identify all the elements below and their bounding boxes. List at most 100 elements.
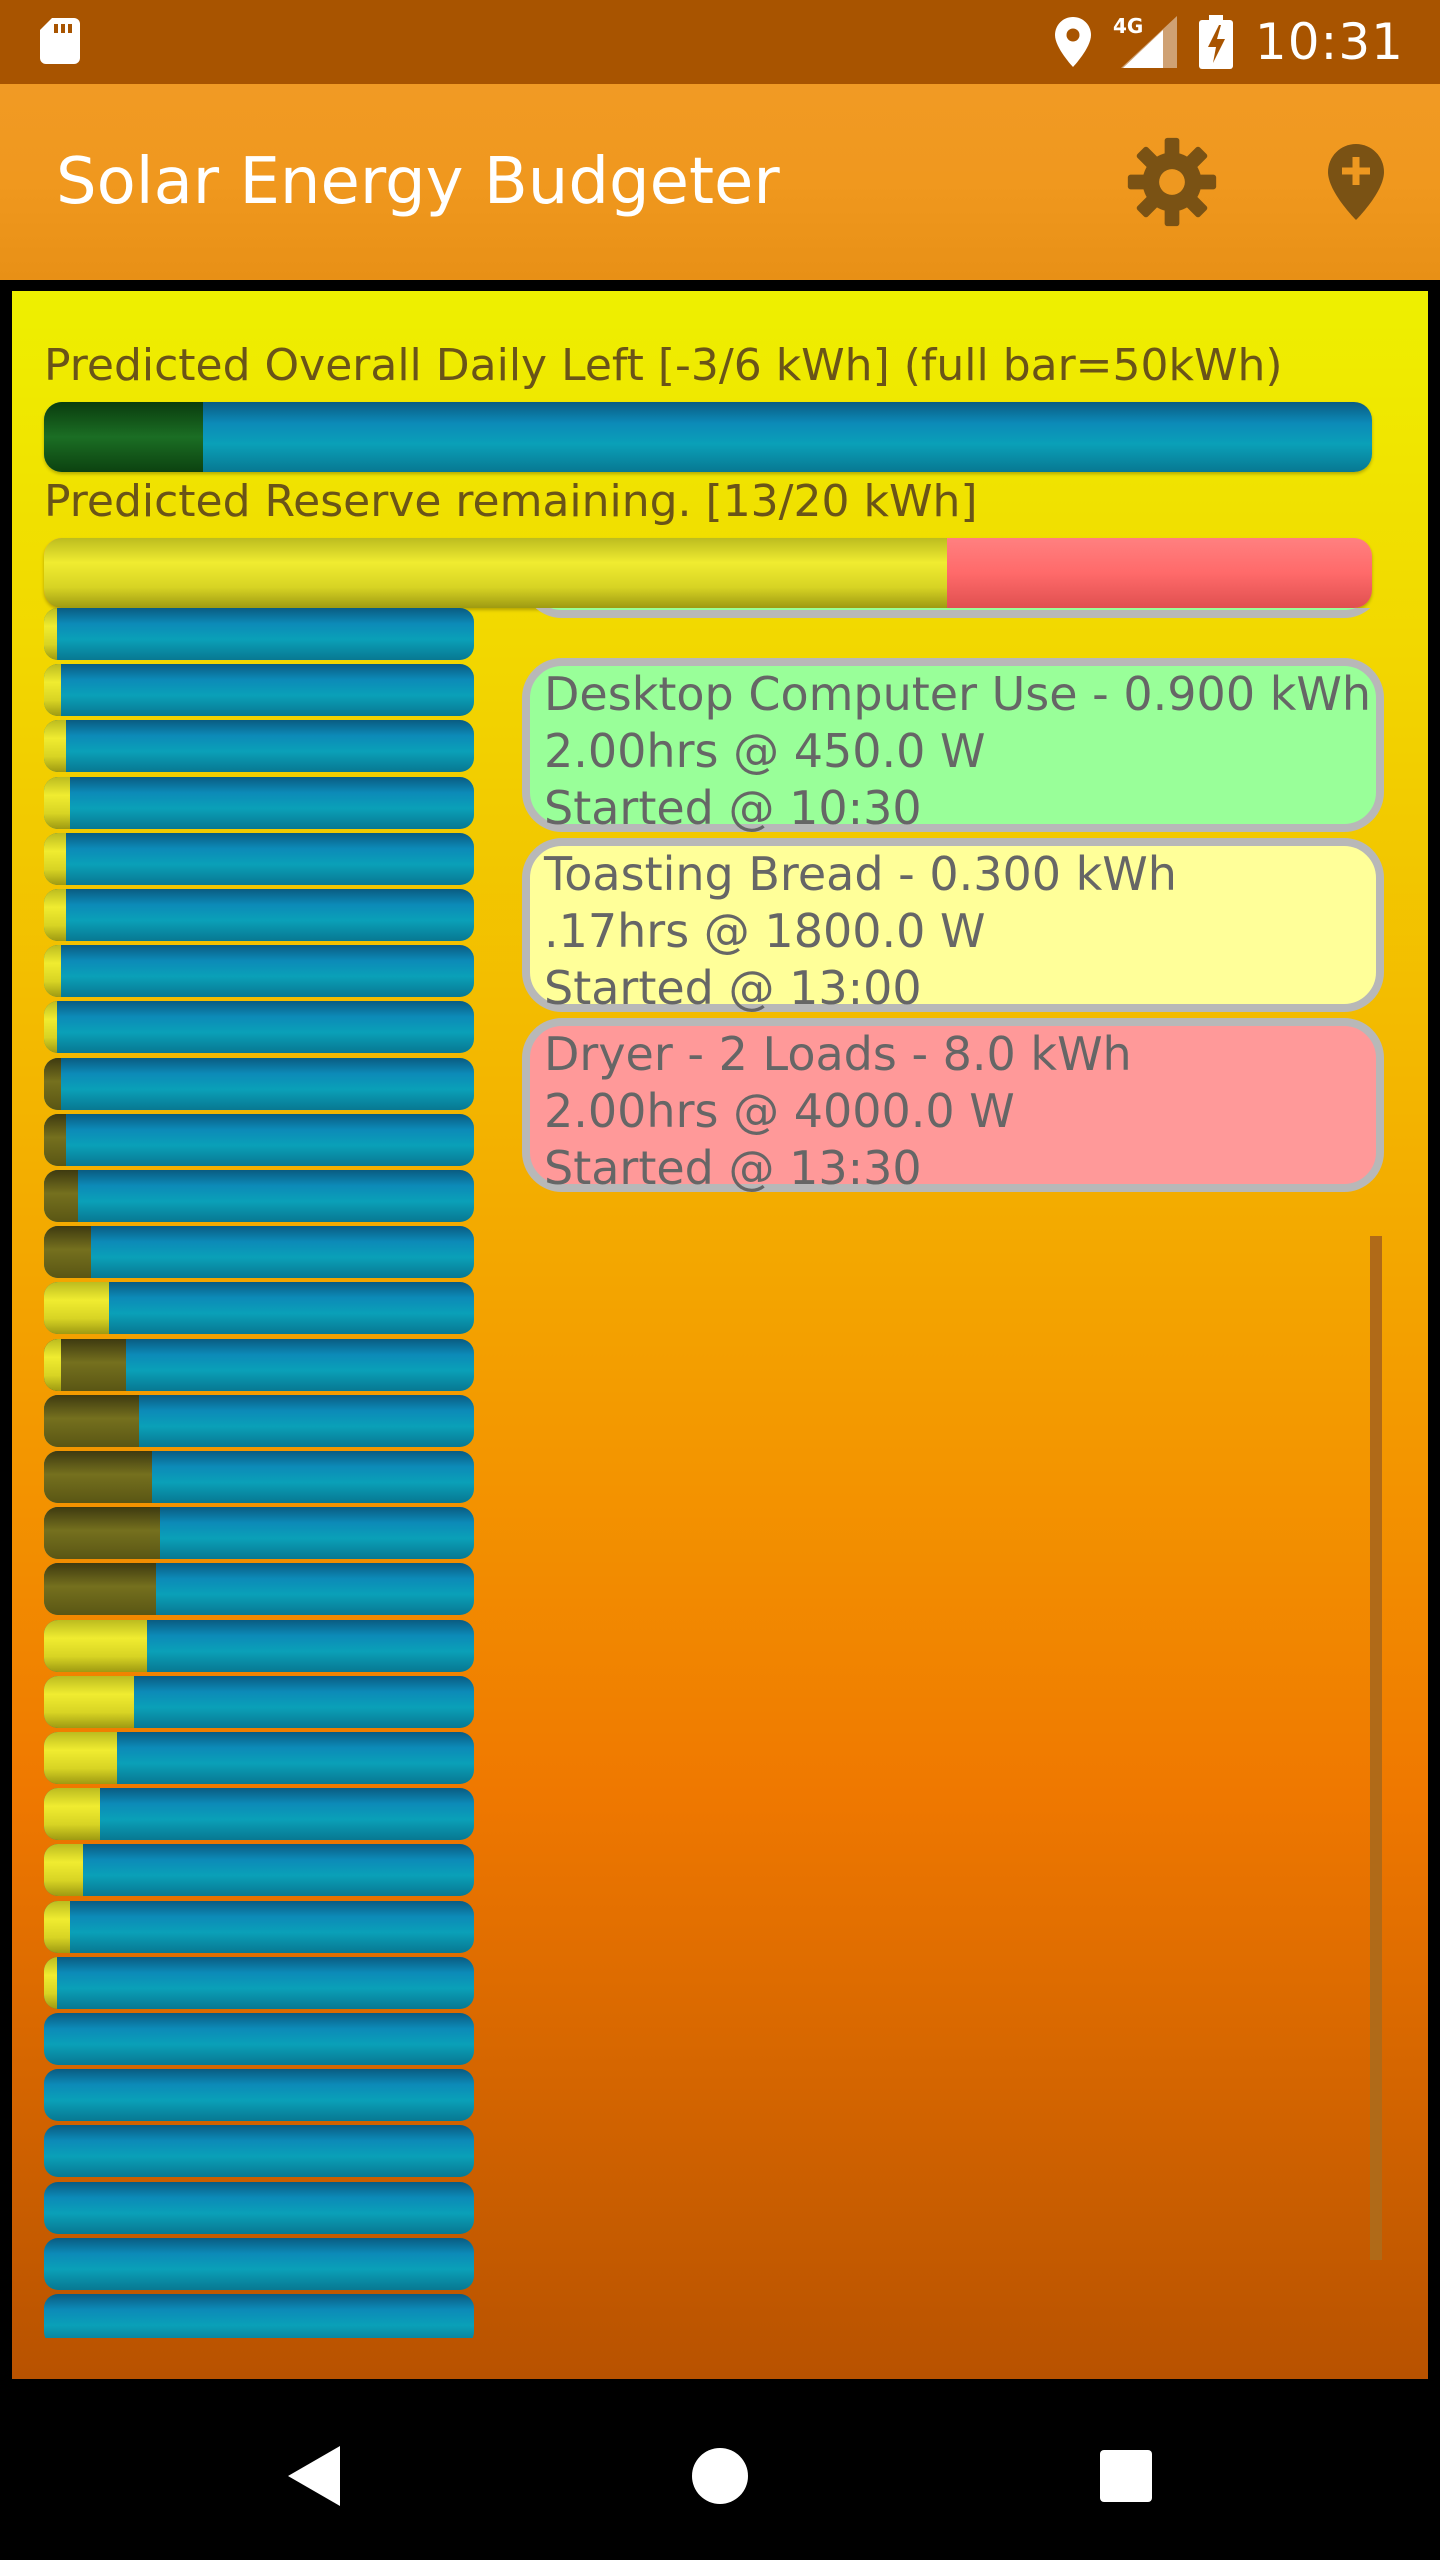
network-type-label: 4G	[1113, 16, 1143, 38]
reserve-label: Predicted Reserve remaining. [13/20 kWh]	[44, 476, 978, 527]
hour-bar-remaining	[44, 1788, 474, 1841]
hour-bar-solar	[44, 1732, 118, 1784]
hour-bar	[44, 1619, 474, 1672]
hour-bar-used	[44, 1563, 156, 1616]
overall-daily-label: Predicted Overall Daily Left [-3/6 kWh] …	[44, 340, 1283, 391]
appliance-detail: Started @ 10:30	[544, 781, 922, 835]
appliance-detail: .17hrs @ 1800.0 W	[544, 904, 986, 958]
hour-bar-remaining	[44, 776, 474, 829]
signal-icon: 4G	[1113, 16, 1177, 68]
hour-bar-solar	[44, 776, 70, 829]
hour-bar	[44, 1675, 474, 1728]
hour-bar	[44, 1563, 474, 1616]
hour-bar-remaining	[44, 1170, 474, 1222]
hour-bar-remaining	[44, 720, 474, 773]
hour-bar-solar	[44, 1001, 57, 1054]
hour-bar-remaining	[44, 664, 474, 717]
hour-bar-remaining	[44, 1282, 474, 1335]
hour-bar	[44, 1170, 474, 1222]
appliance-detail: Started @ 13:30	[544, 1141, 922, 1195]
hour-bar-remaining	[44, 1900, 474, 1953]
appliance-list[interactable]: Started @ 22:28 Desktop Computer Use - 0…	[522, 608, 1384, 1248]
hour-bar	[44, 945, 474, 998]
hour-bar	[44, 1507, 474, 1560]
appliance-title: Toasting Bread - 0.300 kWh	[544, 847, 1177, 901]
recents-button[interactable]	[1100, 2450, 1152, 2502]
app-title: Solar Energy Budgeter	[56, 145, 780, 219]
hour-bar	[44, 2125, 474, 2178]
appliance-detail: Started @ 13:00	[544, 961, 922, 1015]
hour-bar-remaining	[44, 1113, 474, 1166]
hour-bar	[44, 1001, 474, 1054]
hour-bar-solar	[44, 1900, 70, 1953]
hour-bar	[44, 1282, 474, 1335]
hour-bar-remaining	[44, 1226, 474, 1279]
hour-bar-remaining	[44, 1956, 474, 2009]
reserve-remaining-segment	[44, 538, 948, 608]
hour-bar	[44, 776, 474, 829]
hour-bar	[44, 608, 474, 660]
hour-bar-solar	[44, 1844, 83, 1897]
appliance-card[interactable]: Desktop Computer Use - 0.900 kWh 2.00hrs …	[522, 658, 1384, 835]
hour-bar-solar	[44, 1788, 100, 1841]
add-location-icon[interactable]	[1328, 144, 1384, 220]
hour-bar-used	[44, 1057, 62, 1110]
hour-bar	[44, 832, 474, 885]
hour-bar-used	[44, 1451, 152, 1503]
hour-bar-remaining	[44, 1001, 474, 1054]
appliance-list-scrollbar[interactable]	[1370, 1236, 1382, 2260]
appliance-card[interactable]: Toasting Bread - 0.300 kWh .17hrs @ 1800.…	[522, 838, 1384, 1015]
appliance-card[interactable]: Started @ 22:28	[522, 608, 1384, 618]
hour-bar-solar	[44, 1956, 57, 2009]
hour-bar-solar	[44, 608, 57, 660]
hour-bar-used	[44, 1226, 92, 1279]
hour-bar-remaining	[44, 832, 474, 885]
back-button[interactable]	[288, 2446, 340, 2506]
appliance-card[interactable]: Dryer - 2 Loads - 8.0 kWh 2.00hrs @ 4000.…	[522, 1018, 1384, 1195]
hour-bar-solar	[44, 889, 66, 941]
overall-remaining-segment	[44, 402, 1372, 472]
battery-charging-icon	[1198, 15, 1233, 69]
hour-bar	[44, 664, 474, 717]
hour-bar	[44, 1900, 474, 1953]
hour-bar-used	[44, 1170, 79, 1222]
settings-gear-icon[interactable]	[1126, 136, 1218, 228]
reserve-bar	[44, 538, 1372, 608]
hourly-bars-list[interactable]	[44, 608, 474, 2338]
hour-bar	[44, 2069, 474, 2122]
hour-bar-solar	[44, 1338, 62, 1391]
appliance-detail: 2.00hrs @ 4000.0 W	[544, 1084, 1015, 1138]
status-bar: 4G 10:31	[0, 0, 1440, 84]
hour-bar-remaining	[44, 2013, 474, 2065]
hour-bar	[44, 1394, 474, 1447]
hour-bar-remaining	[44, 1844, 474, 1897]
hour-bar	[44, 1844, 474, 1897]
hour-bar-used	[44, 1113, 66, 1166]
hour-bar-remaining	[44, 608, 474, 660]
hour-bar-solar	[44, 664, 62, 717]
hour-bar-remaining	[44, 2294, 474, 2338]
hour-bar-solar	[44, 832, 66, 885]
hour-bar-solar	[44, 720, 66, 773]
hour-bar-solar	[44, 1619, 148, 1672]
hour-bar-remaining	[44, 2237, 474, 2290]
hour-bar-used	[44, 1394, 139, 1447]
hour-bar	[44, 1956, 474, 2009]
hour-bar	[44, 1226, 474, 1279]
status-icons: 4G 10:31	[1054, 0, 1404, 84]
hour-bar	[44, 2294, 474, 2338]
hour-bar	[44, 1788, 474, 1841]
app-bar: Solar Energy Budgeter	[0, 84, 1440, 280]
hour-bar-used	[44, 1507, 161, 1560]
hour-bar-remaining	[44, 2125, 474, 2178]
overall-used-segment	[44, 402, 204, 472]
hour-bar-remaining	[44, 889, 474, 941]
appliance-detail: 2.00hrs @ 450.0 W	[544, 724, 986, 778]
home-button[interactable]	[692, 2448, 748, 2504]
hour-bar	[44, 1338, 474, 1391]
status-time: 10:31	[1254, 13, 1404, 71]
hour-bar	[44, 1057, 474, 1110]
appliance-title: Desktop Computer Use - 0.900 kWh	[544, 667, 1371, 721]
hour-bar	[44, 2237, 474, 2290]
hour-bar	[44, 2013, 474, 2065]
